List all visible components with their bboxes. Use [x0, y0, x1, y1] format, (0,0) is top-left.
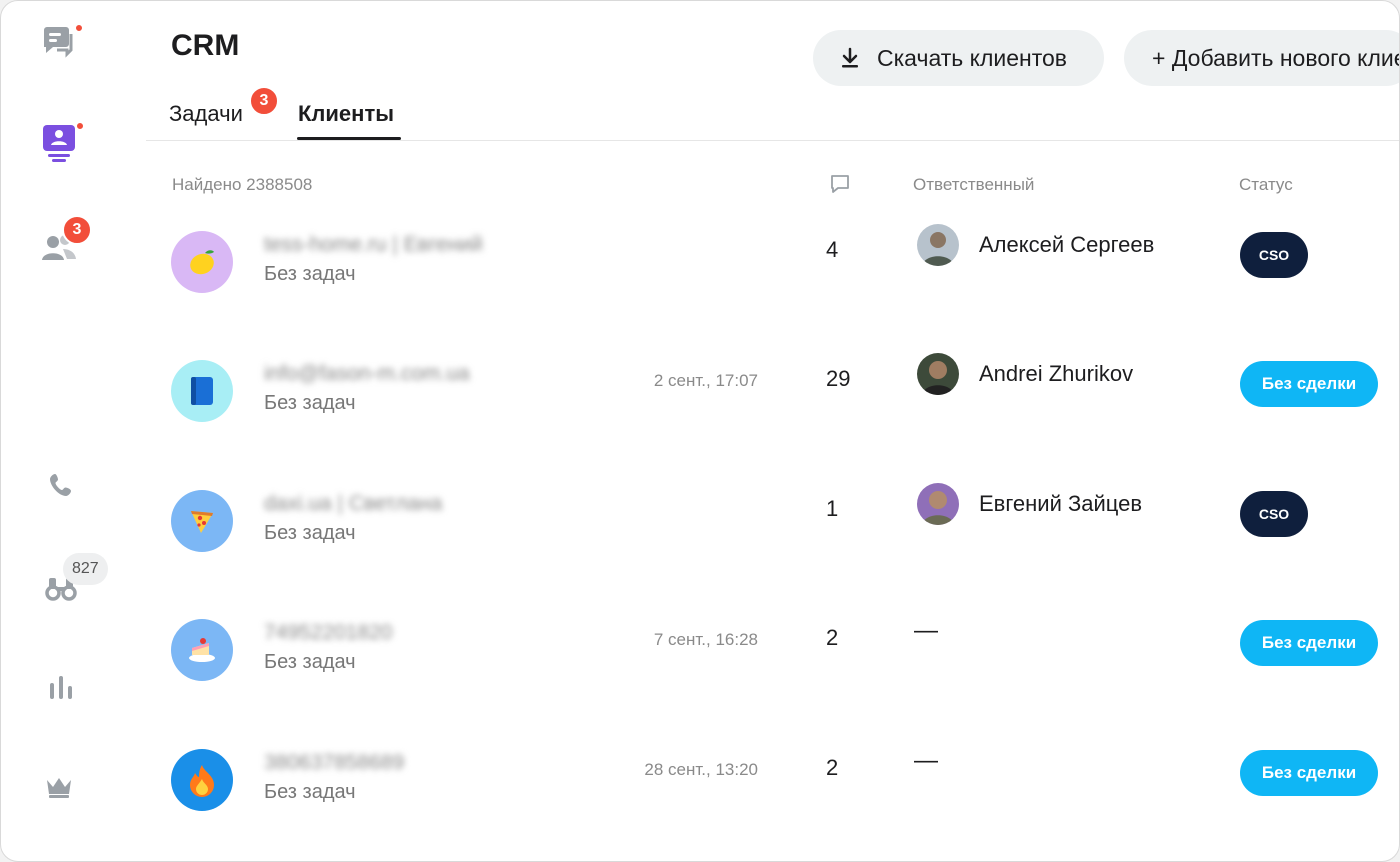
responsible-column-header: Ответственный: [913, 175, 1035, 194]
download-clients-label: Скачать клиентов: [877, 44, 1068, 71]
book-icon: [171, 360, 233, 422]
tab-tasks[interactable]: Задачи 3: [169, 86, 279, 127]
page-title: CRM: [171, 29, 240, 62]
sidebar: 3 827: [1, 1, 119, 861]
comment-count: 2: [826, 755, 839, 780]
responsible-name: Andrei Zhurikov: [979, 361, 1134, 386]
client-tasks: Без задач: [264, 522, 356, 544]
status-badge[interactable]: CSO: [1240, 491, 1308, 537]
app-window: 3 827 CRM Скачать клиентов + Добавить но…: [0, 0, 1400, 862]
cake-icon: [171, 619, 233, 681]
analytics-icon[interactable]: [41, 667, 81, 707]
comment-count: 2: [826, 625, 839, 650]
avatar: [917, 483, 959, 525]
status-badge[interactable]: CSO: [1240, 232, 1308, 278]
binoculars-icon[interactable]: 827: [41, 553, 108, 607]
download-clients-button[interactable]: Скачать клиентов: [813, 30, 1104, 86]
binoculars-badge: 827: [63, 553, 108, 585]
fire-icon: [171, 749, 233, 811]
table-row[interactable]: info@fason-m.com.ua Без задач 2 сент., 1…: [146, 330, 1399, 459]
comments-column-icon: [829, 173, 851, 200]
responsible-empty[interactable]: —: [914, 617, 938, 645]
client-tasks: Без задач: [264, 781, 356, 803]
client-tasks: Без задач: [264, 392, 356, 414]
status-badge[interactable]: Без сделки: [1240, 620, 1378, 666]
tab-clients-label: Клиенты: [298, 101, 395, 126]
table-row[interactable]: 74952201820 Без задач 7 сент., 16:28 2 —…: [146, 589, 1399, 718]
client-date: 2 сент., 17:07: [653, 371, 758, 390]
responsible[interactable]: Евгений Зайцев: [917, 483, 1142, 525]
client-tasks: Без задач: [264, 651, 356, 673]
comment-count: 1: [826, 496, 839, 521]
phone-icon[interactable]: [41, 465, 81, 505]
responsible-empty[interactable]: —: [914, 747, 938, 775]
responsible[interactable]: Алексей Сергеев: [917, 224, 1154, 266]
crm-icon[interactable]: [39, 121, 85, 163]
add-client-button[interactable]: + Добавить нового клиента: [1124, 30, 1399, 86]
chat-icon[interactable]: [39, 23, 84, 63]
responsible[interactable]: Andrei Zhurikov: [917, 353, 1133, 395]
notification-dot: [74, 23, 84, 33]
status-column-header: Статус: [1239, 175, 1293, 194]
client-date: 28 сент., 13:20: [644, 760, 758, 779]
found-count: Найдено 2388508: [172, 175, 313, 194]
client-name[interactable]: info@fason-m.com.ua: [264, 362, 470, 386]
people-badge: 3: [62, 215, 92, 245]
client-date: 7 сент., 16:28: [653, 630, 758, 649]
add-client-label: + Добавить нового клиента: [1152, 44, 1399, 71]
comment-count: 4: [826, 237, 839, 262]
notification-dot: [75, 121, 85, 131]
client-name[interactable]: tess-home.ru | Евгений: [264, 233, 483, 257]
people-icon[interactable]: 3: [39, 215, 92, 267]
status-badge[interactable]: Без сделки: [1240, 750, 1378, 796]
client-name[interactable]: 74952201820: [264, 621, 392, 645]
tab-clients[interactable]: Клиенты: [298, 101, 394, 127]
comment-count: 29: [826, 366, 851, 391]
responsible-name: Евгений Зайцев: [979, 491, 1143, 516]
tasks-badge: 3: [249, 86, 279, 116]
pizza-icon: [171, 490, 233, 552]
table-row[interactable]: daxi.ua | Светлана Без задач 1 Евгений З…: [146, 460, 1399, 589]
client-name[interactable]: daxi.ua | Светлана: [264, 492, 442, 516]
table-row[interactable]: tess-home.ru | Евгений Без задач 4 Алекс…: [146, 201, 1399, 330]
responsible-name: Алексей Сергеев: [979, 232, 1155, 257]
avatar: [917, 353, 959, 395]
crown-icon[interactable]: [39, 767, 79, 807]
client-name[interactable]: 380637858689: [264, 751, 404, 775]
download-icon: [842, 47, 858, 68]
status-badge[interactable]: Без сделки: [1240, 361, 1378, 407]
divider: [146, 140, 1399, 141]
tab-tasks-label: Задачи: [169, 101, 243, 126]
lemon-icon: [171, 231, 233, 293]
avatar: [917, 224, 959, 266]
table-row[interactable]: 380637858689 Без задач 28 сент., 13:20 2…: [146, 719, 1399, 848]
client-tasks: Без задач: [264, 263, 356, 285]
